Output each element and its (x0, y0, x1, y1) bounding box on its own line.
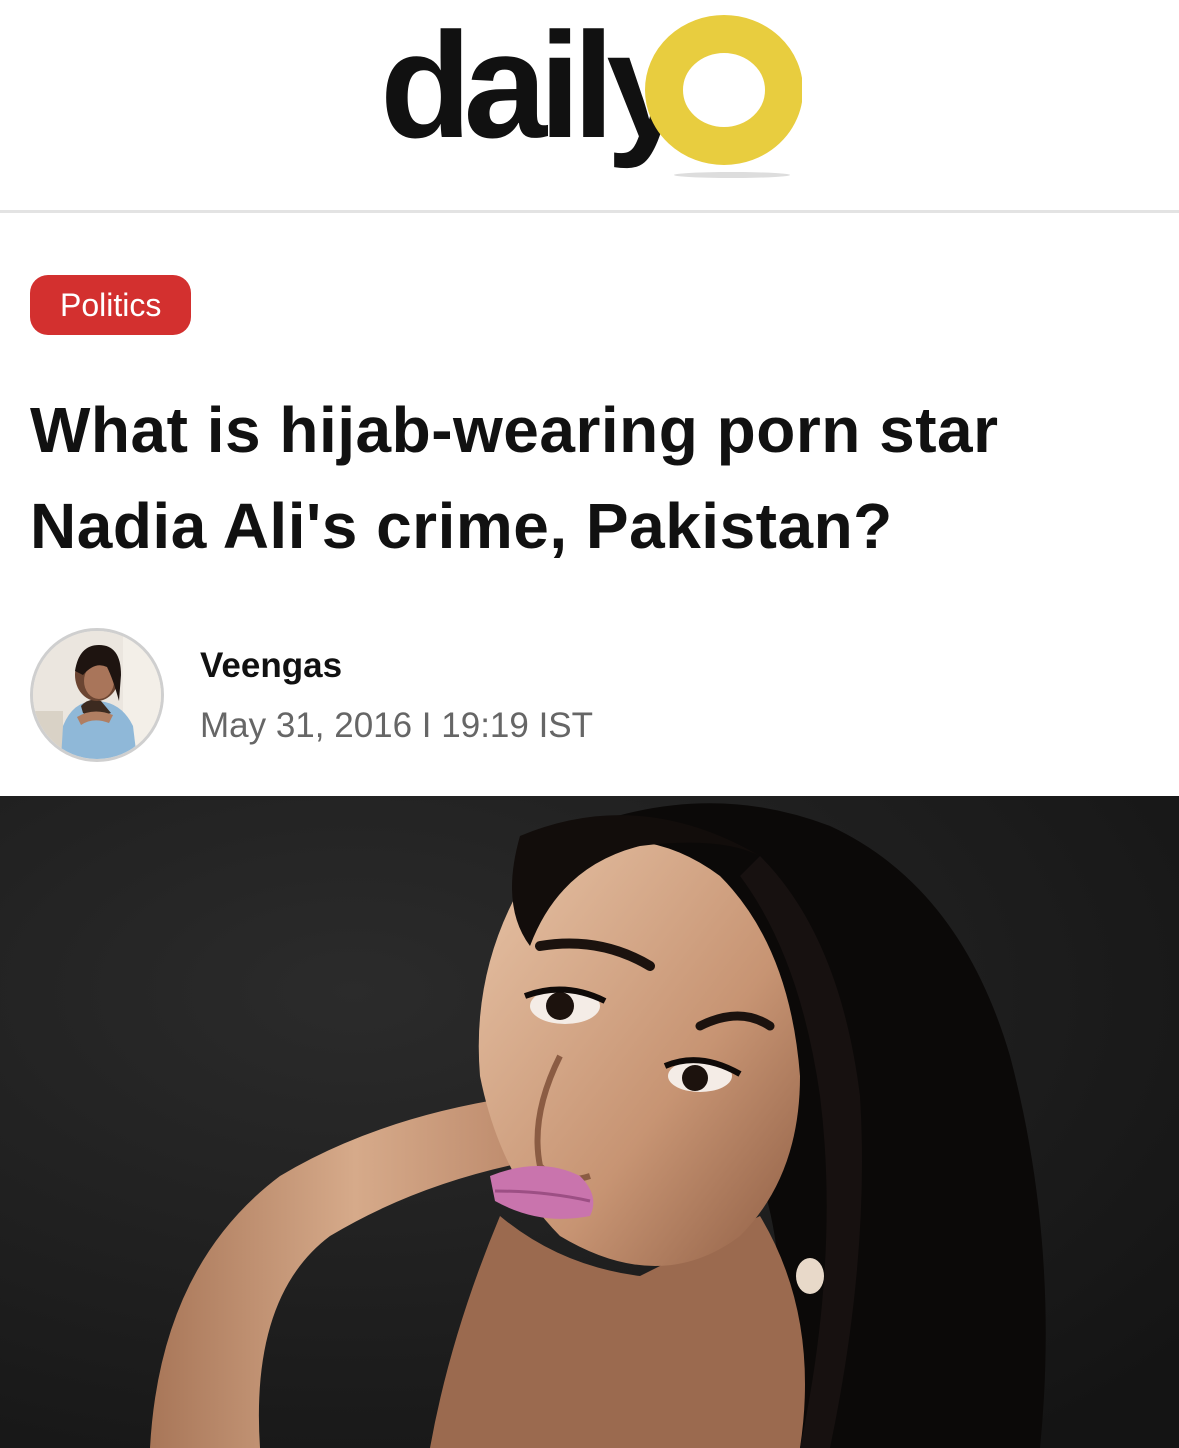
hero-image[interactable] (0, 796, 1179, 1448)
author-info: Veengas May 31, 2016 I 19:19 IST (30, 628, 1130, 768)
publish-date: May 31, 2016 I 19:19 IST (200, 706, 594, 745)
author-name[interactable]: Veengas (200, 646, 342, 686)
article-headline: What is hijab-wearing porn star Nadia Al… (30, 394, 999, 562)
logo-o-ring-icon (645, 15, 802, 178)
photo-image-icon (0, 796, 1179, 1448)
site-header: daily (0, 0, 1179, 213)
author-avatar[interactable] (30, 628, 164, 762)
category-badge-politics[interactable]: Politics (30, 275, 192, 335)
daily-o-logo[interactable]: daily (380, 10, 802, 185)
header-divider (0, 210, 1179, 213)
author-portrait-image (33, 631, 161, 759)
